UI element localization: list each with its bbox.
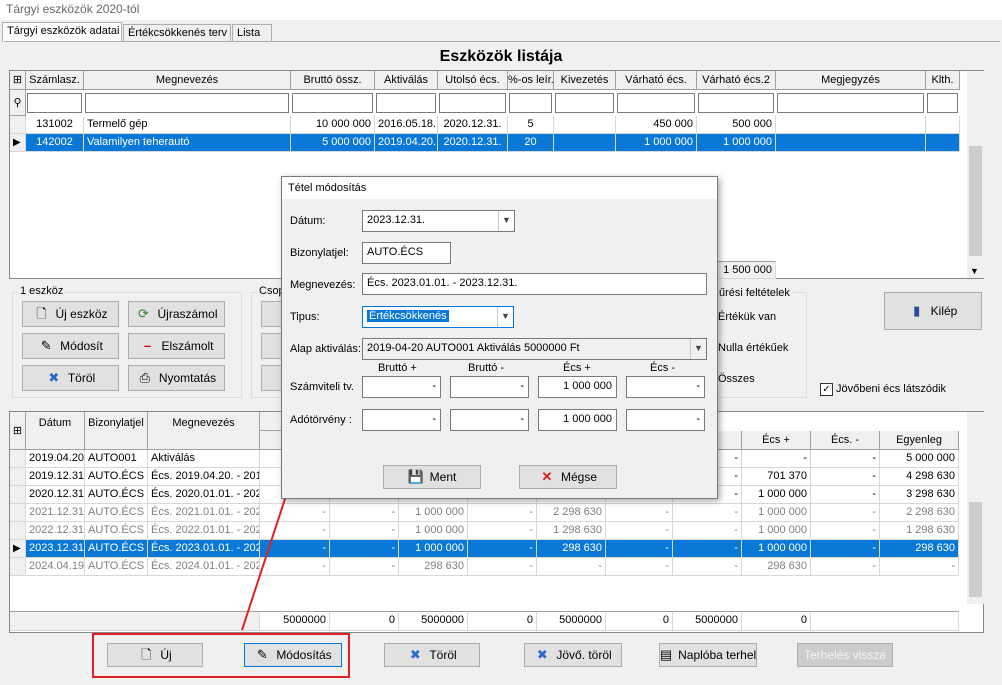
edit-item-dialog: Tétel módosítás Dátum: 2023.12.31. ▼ Biz… bbox=[281, 176, 718, 499]
base-activation-label: Alap aktiválás: bbox=[290, 343, 361, 355]
accounting-gross-minus[interactable]: - bbox=[450, 376, 529, 398]
col-gross-plus: Bruttó + bbox=[378, 362, 417, 374]
accounting-dep-minus[interactable]: - bbox=[626, 376, 705, 398]
accounting-law-label: Számviteli tv. bbox=[290, 381, 354, 393]
tax-gross-plus[interactable]: - bbox=[362, 409, 441, 431]
accounting-dep-plus[interactable]: 1 000 000 bbox=[538, 376, 617, 398]
col-gross-minus: Bruttó - bbox=[468, 362, 505, 374]
date-picker[interactable]: 2023.12.31. ▼ bbox=[362, 210, 515, 232]
save-button[interactable]: 💾 Ment bbox=[383, 465, 481, 489]
date-label: Dátum: bbox=[290, 215, 326, 227]
floppy-icon: 💾 bbox=[407, 469, 424, 484]
tax-law-label: Adótörvény : bbox=[290, 414, 352, 426]
tax-gross-minus[interactable]: - bbox=[450, 409, 529, 431]
base-activation-select[interactable]: 2019-04-20 AUTO001 Aktiválás 5000000 Ft … bbox=[362, 338, 707, 360]
chevron-down-icon[interactable]: ▼ bbox=[498, 211, 514, 231]
close-icon: ✕ bbox=[541, 469, 553, 484]
col-dep-plus: Écs + bbox=[563, 362, 591, 374]
accounting-gross-plus[interactable]: - bbox=[362, 376, 441, 398]
doc-label: Bizonylatjel: bbox=[290, 247, 349, 259]
col-dep-minus: Écs - bbox=[650, 362, 676, 374]
chevron-down-icon[interactable]: ▼ bbox=[497, 307, 513, 327]
chevron-down-icon[interactable]: ▼ bbox=[690, 339, 706, 359]
doc-input[interactable]: AUTO.ÉCS bbox=[362, 242, 451, 264]
cancel-button[interactable]: ✕ Mégse bbox=[519, 465, 617, 489]
name-input[interactable]: Écs. 2023.01.01. - 2023.12.31. bbox=[362, 273, 707, 295]
tax-dep-minus[interactable]: - bbox=[626, 409, 705, 431]
type-label: Tipus: bbox=[290, 311, 320, 323]
type-select[interactable]: Értékcsökkenés ▼ bbox=[362, 306, 514, 328]
dialog-title: Tétel módosítás bbox=[282, 177, 717, 199]
tax-dep-plus[interactable]: 1 000 000 bbox=[538, 409, 617, 431]
name-label: Megnevezés: bbox=[290, 279, 356, 291]
